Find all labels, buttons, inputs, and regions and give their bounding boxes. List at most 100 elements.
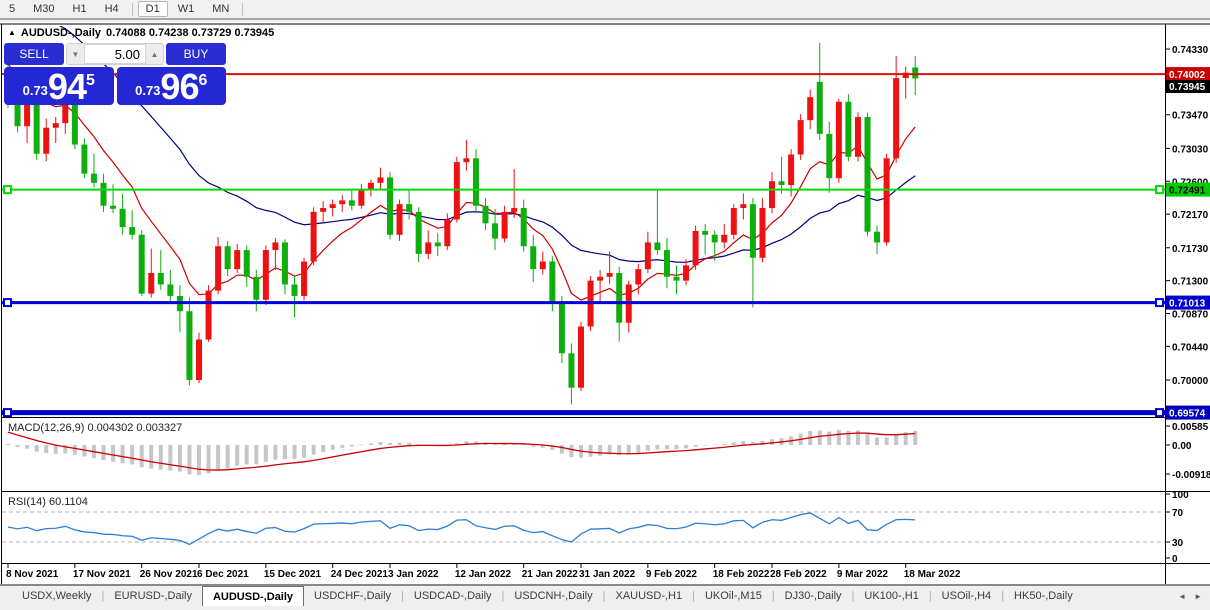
chart-title: ▲ AUDUSD-,Daily 0.74088 0.74238 0.73729 …: [8, 27, 274, 39]
candle: [205, 290, 212, 340]
svg-text:0.72491: 0.72491: [1169, 186, 1206, 197]
candle: [778, 181, 785, 186]
bid-quote-panel[interactable]: 0.73 94 5: [4, 67, 114, 105]
svg-text:17 Nov 2021: 17 Nov 2021: [73, 569, 131, 580]
candle: [530, 246, 537, 270]
candle: [434, 242, 441, 247]
candle: [291, 284, 298, 296]
candle: [673, 276, 680, 281]
svg-text:15 Dec 2021: 15 Dec 2021: [264, 569, 322, 580]
hline-handle[interactable]: [3, 185, 12, 195]
ask-price-prefix: 0.73: [135, 83, 161, 98]
candle: [597, 276, 604, 281]
svg-text:0.70000: 0.70000: [1172, 376, 1209, 387]
ask-quote-panel[interactable]: 0.73 96 6: [116, 65, 226, 107]
hline-handle[interactable]: [1155, 408, 1164, 418]
volume-increase-icon[interactable]: ▲: [146, 44, 163, 64]
macd-label: MACD(12,26,9) 0.004302 0.003327: [8, 422, 182, 434]
candle: [415, 211, 422, 254]
candle: [730, 208, 737, 235]
candle: [501, 211, 508, 239]
svg-text:8 Nov 2021: 8 Nov 2021: [6, 569, 59, 580]
svg-text:31 Jan 2022: 31 Jan 2022: [579, 569, 636, 580]
candle: [558, 303, 565, 354]
svg-text:0: 0: [1172, 554, 1178, 565]
volume-decrease-icon[interactable]: ▼: [67, 44, 84, 64]
ask-price-big: 96: [160, 65, 199, 107]
mt4-window: 5 M30 H1 H4 D1 W1 MN 0.74330 0.73470 0.73030 0.72…: [0, 0, 1210, 610]
tab-usdcnh-daily[interactable]: USDCNH-,Daily: [504, 586, 602, 606]
svg-text:18 Feb 2022: 18 Feb 2022: [713, 569, 770, 580]
candle: [186, 311, 193, 381]
candle: [759, 208, 766, 258]
tabs-scroll-left-icon[interactable]: ◄: [1178, 592, 1186, 601]
tab-usdchf-daily[interactable]: USDCHF-,Daily: [304, 586, 401, 606]
candle: [845, 101, 852, 157]
candle: [310, 211, 317, 262]
svg-text:0.74330: 0.74330: [1172, 45, 1209, 56]
candle: [807, 97, 814, 121]
tabs-scroll-right-icon[interactable]: ►: [1194, 592, 1202, 601]
tab-uk100-h1[interactable]: UK100-,H1: [854, 586, 928, 606]
tab-hk50-daily[interactable]: HK50-,Daily: [1004, 586, 1083, 606]
candle: [539, 261, 546, 270]
candle: [816, 81, 823, 134]
candle: [367, 182, 374, 189]
candle: [683, 265, 690, 281]
candle: [272, 242, 279, 251]
svg-text:18 Mar 2022: 18 Mar 2022: [904, 569, 961, 580]
candle: [243, 250, 250, 277]
tab-usoil-h4[interactable]: USOil-,H4: [932, 586, 1002, 606]
tab-ukoil-m15[interactable]: UKOil-,M15: [695, 586, 772, 606]
hline-handle[interactable]: [1155, 298, 1164, 308]
candle: [578, 326, 584, 388]
tab-usdcad-daily[interactable]: USDCAD-,Daily: [404, 586, 502, 606]
candle: [472, 158, 479, 206]
candle: [702, 230, 709, 235]
candle: [854, 117, 861, 157]
candle: [749, 204, 756, 258]
hline-handle[interactable]: [1155, 185, 1164, 195]
expand-triangle-icon[interactable]: ▲: [8, 29, 16, 37]
candle: [43, 127, 50, 154]
tab-audusd-daily[interactable]: AUDUSD-,Daily: [201, 586, 305, 606]
svg-text:0.70440: 0.70440: [1172, 342, 1209, 353]
candle: [377, 177, 384, 183]
volume-input[interactable]: 5.00: [84, 44, 146, 64]
svg-text:6 Dec 2021: 6 Dec 2021: [197, 569, 249, 580]
candle: [215, 246, 222, 291]
candle: [329, 204, 336, 209]
svg-text:0.71730: 0.71730: [1172, 244, 1209, 255]
candle: [301, 261, 308, 296]
candle: [568, 353, 575, 388]
candle: [444, 219, 451, 247]
candle: [606, 272, 613, 277]
buy-button[interactable]: BUY: [166, 43, 226, 65]
candle: [234, 250, 241, 270]
candle: [148, 272, 155, 294]
candle: [119, 208, 126, 228]
svg-text:0.71013: 0.71013: [1169, 299, 1206, 310]
candle: [864, 117, 871, 232]
tab-eurusd-daily[interactable]: EURUSD-,Daily: [104, 586, 202, 606]
candle: [663, 250, 670, 277]
candle: [52, 123, 59, 128]
tab-dj30-daily[interactable]: DJ30-,Daily: [775, 586, 852, 606]
hline-handle[interactable]: [3, 408, 12, 418]
svg-text:0.00585: 0.00585: [1172, 422, 1209, 433]
svg-text:0.73470: 0.73470: [1172, 111, 1209, 122]
sell-button[interactable]: SELL: [4, 43, 64, 65]
candle: [492, 223, 499, 239]
svg-text:21 Jan 2022: 21 Jan 2022: [522, 569, 579, 580]
candle: [224, 246, 231, 270]
candle: [425, 242, 432, 254]
candle: [797, 120, 804, 155]
candle: [24, 104, 31, 127]
hline-handle[interactable]: [3, 298, 12, 308]
candle: [511, 208, 518, 212]
candle: [138, 234, 145, 294]
candle: [453, 162, 460, 220]
tab-xauusd-h1[interactable]: XAUUSD-,H1: [605, 586, 692, 606]
tab-usdx-weekly[interactable]: USDX,Weekly: [12, 586, 101, 606]
one-click-trade-panel: SELL ▼ 5.00 ▲ BUY 0.73 94 5 0.73 96 6: [4, 43, 226, 105]
